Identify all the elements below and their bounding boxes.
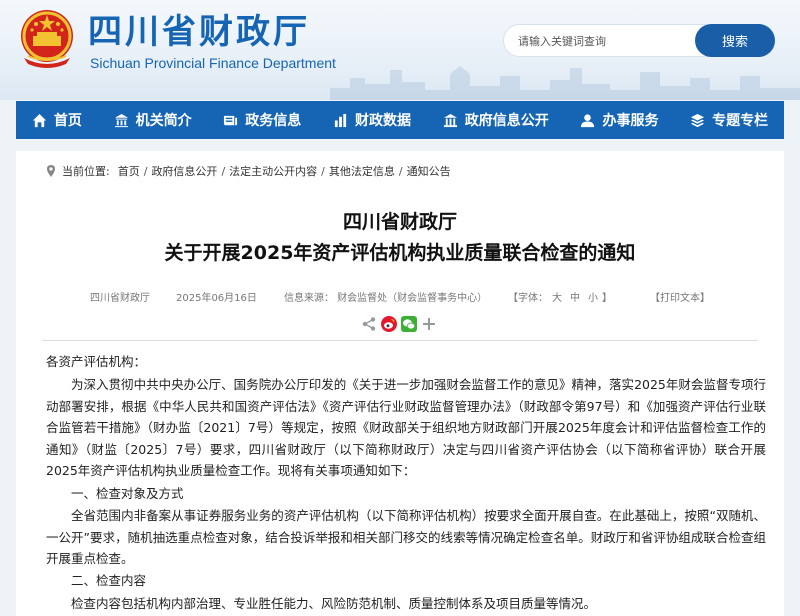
search-input[interactable]: [518, 31, 688, 51]
nav-label: 政务信息: [245, 113, 302, 129]
article-title-line1: 四川省财政厅: [342, 211, 457, 233]
article-date: 2025年06月16日: [176, 293, 257, 304]
news-icon: [224, 115, 238, 125]
layers-icon: [691, 113, 705, 127]
nav-label: 专题专栏: [712, 113, 769, 129]
nav-item-home[interactable]: 首页: [16, 101, 98, 139]
nav-item-about[interactable]: 机关简介: [98, 101, 208, 139]
bank-icon: [443, 113, 457, 127]
search-box: 搜索: [503, 24, 775, 57]
article-source: 信息来源： 财会监督处（财会监督事务中心）: [284, 293, 488, 304]
nav-item-disclosure[interactable]: 政府信息公开: [427, 101, 565, 139]
share-icon: [362, 317, 376, 331]
site-header: 四川省财政厅 Sichuan Provincial Finance Depart…: [0, 0, 800, 100]
nav-label: 办事服务: [602, 113, 659, 129]
article-title-line2: 关于开展2025年资产评估机构执业质量联合检查的通知: [164, 242, 636, 264]
wechat-icon: [401, 316, 417, 332]
section-heading-1: 一、检查对象及方式: [71, 486, 184, 501]
font-size-small[interactable]: 小: [588, 293, 598, 304]
font-size-label: 【字体：: [508, 293, 548, 304]
divider: [42, 340, 758, 341]
site-subtitle: Sichuan Provincial Finance Department: [90, 55, 336, 71]
breadcrumb-separator: /: [398, 164, 403, 178]
plus-icon: [423, 318, 435, 330]
share-bar: [361, 316, 441, 332]
breadcrumb-item-home[interactable]: 首页: [118, 163, 140, 179]
nav-label: 机关简介: [135, 113, 192, 129]
paragraph-2: 全省范围内非备案从事证券服务业务的资产评估机构（以下简称评估机构）按要求全面开展…: [46, 508, 766, 567]
breadcrumb-separator: /: [321, 164, 325, 178]
breadcrumb-item-notices[interactable]: 通知公告: [407, 163, 451, 179]
breadcrumb-label: 当前位置:: [62, 165, 110, 178]
share-more-button[interactable]: [421, 316, 437, 332]
nav-item-data[interactable]: 财政数据: [317, 101, 427, 139]
share-weibo-button[interactable]: [381, 316, 397, 332]
person-icon: [581, 113, 595, 127]
search-button[interactable]: 搜索: [695, 24, 775, 57]
font-size-switcher: 【字体： 大中小】: [508, 289, 612, 304]
location-pin-icon: [47, 165, 55, 177]
nav-label: 首页: [53, 113, 82, 129]
chart-icon: [334, 113, 347, 127]
nav-item-news[interactable]: 政务信息: [207, 101, 317, 139]
paragraph-1: 为深入贯彻中共中央办公厅、国务院办公厅印发的《关于进一步加强财会监督工作的意见》…: [46, 377, 766, 479]
print-link[interactable]: 【打印文本】: [650, 289, 710, 304]
breadcrumb: 当前位置: 首页 / 政府信息公开 / 法定主动公开内容 / 其他法定信息 / …: [46, 163, 451, 179]
national-emblem-logo: [21, 10, 73, 68]
main-nav: 首页 机关简介 政务信息 财政数据 政府信息公开 办事服务 专题专栏: [16, 101, 784, 139]
weibo-icon: [381, 316, 397, 332]
salutation: 各资产评估机构：: [46, 354, 147, 369]
breadcrumb-item-other[interactable]: 其他法定信息: [329, 163, 395, 179]
breadcrumb-item-disclosure[interactable]: 政府信息公开: [151, 163, 217, 179]
breadcrumb-separator: /: [143, 164, 148, 178]
content-panel: 当前位置: 首页 / 政府信息公开 / 法定主动公开内容 / 其他法定信息 / …: [16, 151, 784, 616]
nav-item-topics[interactable]: 专题专栏: [674, 101, 784, 139]
city-skyline-decoration: [330, 66, 800, 100]
section-heading-2: 二、检查内容: [71, 573, 147, 588]
paragraph-3: 检查内容包括机构内部治理、专业胜任能力、风险防范机制、质量控制体系及项目质量等情…: [71, 596, 597, 611]
nav-label: 政府信息公开: [464, 113, 549, 129]
font-size-close: 】: [602, 293, 612, 304]
site-title: 四川省财政厅: [88, 12, 310, 52]
building-icon: [114, 113, 128, 127]
share-button[interactable]: [361, 316, 377, 332]
nav-item-services[interactable]: 办事服务: [565, 101, 675, 139]
nav-label: 财政数据: [355, 113, 412, 129]
breadcrumb-item-statutory[interactable]: 法定主动公开内容: [229, 163, 317, 179]
share-wechat-button[interactable]: [401, 316, 417, 332]
font-size-medium[interactable]: 中: [570, 293, 580, 304]
article-publisher: 四川省财政厅: [90, 293, 150, 304]
font-size-large[interactable]: 大: [552, 293, 562, 304]
breadcrumb-separator: /: [221, 164, 226, 178]
home-icon: [32, 113, 46, 127]
